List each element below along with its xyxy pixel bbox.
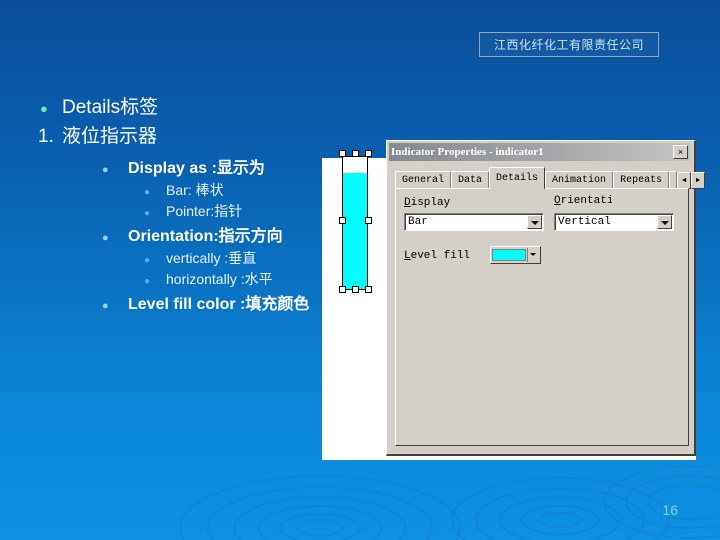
color-swatch[interactable] [492, 249, 526, 261]
bullet-level3-horizontally: ● horizontally :水平 [144, 269, 334, 289]
bullet-level2-orientation: ● Orientation:指示方向 [102, 222, 334, 246]
tab-general[interactable]: General [395, 171, 452, 189]
bullet-level3-bar: ● Bar: 棒状 [144, 180, 334, 200]
bullet-level2-label: Display as :显示为 [128, 160, 265, 177]
bullet-level3-label: vertically :垂直 [166, 250, 257, 266]
bullet-level3-vertically: ● vertically :垂直 [144, 248, 334, 268]
dialog-tab-page-details: Display Bar Orientatio Vertical Level fi… [395, 188, 689, 446]
bullet-level3-label: Pointer:指针 [166, 203, 243, 219]
bullet-marker-icon: ● [144, 208, 151, 219]
bullet-marker-icon: ● [144, 276, 151, 287]
bullet-level1-label: Details标签 [62, 97, 159, 118]
bullet-marker-icon: ● [40, 101, 48, 116]
selection-handle-top-left[interactable] [339, 150, 346, 157]
level-fill-field-label: Level fill [404, 250, 470, 262]
bullet-marker-icon: ● [102, 164, 109, 176]
tab-animation[interactable]: Animation [545, 171, 614, 189]
bullet-marker-icon: ● [102, 300, 109, 312]
selection-handle-bottom-right[interactable] [365, 286, 372, 293]
level-fill-label-text: Level fill [404, 250, 471, 262]
display-label-text: Display [404, 197, 451, 209]
selection-handle-top-center[interactable] [352, 150, 359, 157]
bullet-level3-pointer: ● Pointer:指针 [144, 201, 334, 221]
slide: 江西化纤化工有限责任公司 ● Details标签 1. 液位指示器 ● Disp… [0, 0, 720, 540]
bullet-marker-icon: ● [102, 232, 109, 244]
bullet-marker-icon: ● [144, 187, 151, 198]
tab-appearance[interactable]: Ap [669, 171, 678, 189]
orientation-label-text: Orientatio [554, 195, 612, 207]
bullet-level2-label: Orientation:指示方向 [128, 228, 283, 245]
embedded-app-screenshot: Indicator Properties - indicator1 × Gene… [322, 140, 706, 460]
dialog-titlebar[interactable]: Indicator Properties - indicator1 × [389, 143, 690, 161]
indicator-bar-fill [343, 172, 367, 289]
display-dropdown[interactable]: Bar [404, 213, 544, 231]
numbered-item-1: 1. 液位指示器 [34, 121, 334, 148]
orientation-field-label: Orientatio [554, 195, 612, 207]
bullet-level2-level-fill-color: ● Level fill color :填充颜色 [102, 290, 334, 314]
bullet-level1-details: ● Details标签 [34, 92, 334, 119]
tab-data[interactable]: Data [451, 171, 490, 189]
design-canvas [322, 150, 386, 460]
slide-content: ● Details标签 1. 液位指示器 ● Display as :显示为 ●… [34, 92, 334, 316]
page-number: 16 [662, 502, 678, 518]
numbered-item-label: 液位指示器 [62, 126, 158, 147]
dialog-title: Indicator Properties - indicator1 [391, 146, 544, 158]
selection-handle-bottom-center[interactable] [352, 286, 359, 293]
bullet-level3-label: horizontally :水平 [166, 271, 273, 287]
display-dropdown-value: Bar [408, 216, 428, 228]
chevron-down-icon[interactable] [657, 215, 672, 229]
company-name-text: 江西化纤化工有限责任公司 [493, 38, 644, 52]
chevron-down-icon[interactable] [527, 248, 539, 262]
bullet-level2-label: Level fill color :填充颜色 [128, 296, 310, 313]
tab-details[interactable]: Details [489, 167, 546, 189]
tab-scroll-left-icon[interactable]: ◄ [677, 172, 692, 189]
number-marker: 1. [38, 126, 54, 147]
company-name-box: 江西化纤化工有限责任公司 [479, 32, 659, 57]
bullet-level2-display-as: ● Display as :显示为 [102, 154, 334, 178]
bullet-marker-icon: ● [144, 255, 151, 266]
selection-handle-right-middle[interactable] [365, 217, 372, 224]
bullet-level3-label: Bar: 棒状 [166, 182, 224, 198]
selection-handle-top-right[interactable] [365, 150, 372, 157]
tab-repeats[interactable]: Repeats [613, 171, 670, 189]
close-icon[interactable]: × [673, 145, 688, 159]
tab-scroll-right-icon[interactable]: ► [691, 172, 706, 189]
orientation-dropdown[interactable]: Vertical [554, 213, 674, 231]
orientation-dropdown-value: Vertical [558, 216, 611, 228]
dialog-tabstrip: General Data Details Animation Repeats A… [395, 167, 706, 189]
selection-handle-bottom-left[interactable] [339, 286, 346, 293]
chevron-down-icon[interactable] [527, 215, 542, 229]
display-field-label: Display [404, 197, 450, 209]
selection-handle-left-middle[interactable] [339, 217, 346, 224]
level-fill-color-picker[interactable] [490, 246, 541, 264]
indicator-properties-dialog: Indicator Properties - indicator1 × Gene… [386, 140, 706, 456]
